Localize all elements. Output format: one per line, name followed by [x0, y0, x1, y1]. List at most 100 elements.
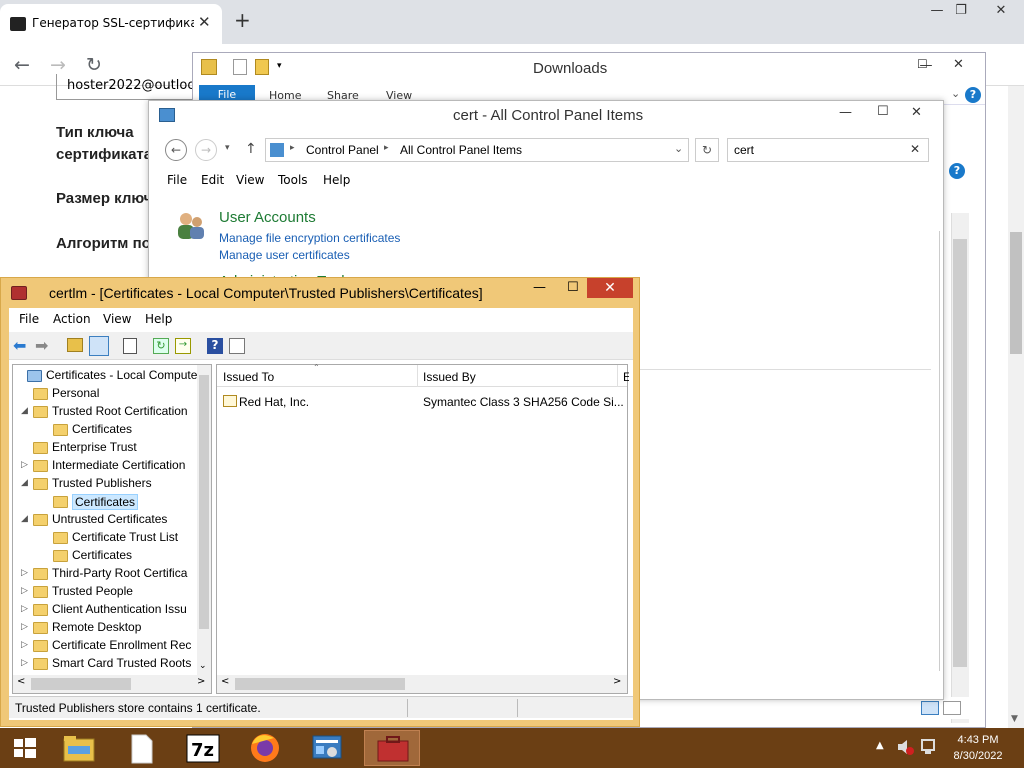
breadcrumb-all-items[interactable]: All Control Panel Items [400, 143, 522, 157]
list-hscroll-thumb[interactable] [235, 678, 405, 690]
forward-icon[interactable]: → [195, 139, 217, 161]
column-divider[interactable] [617, 365, 618, 387]
collapse-icon[interactable]: ◢ [21, 513, 28, 524]
details-view-icon[interactable] [921, 701, 939, 715]
expand-icon[interactable]: ▷ [21, 621, 28, 632]
scroll-down-icon[interactable]: ⌄ [199, 661, 207, 671]
certlm-close-button[interactable]: ✕ [587, 278, 633, 298]
new-folder-icon[interactable] [255, 59, 269, 75]
collapse-icon[interactable]: ◢ [21, 477, 28, 488]
properties-icon[interactable] [233, 59, 247, 75]
scroll-right-icon[interactable]: > [613, 676, 621, 687]
clear-search-icon[interactable]: ✕ [910, 142, 920, 156]
control-panel-icon[interactable] [304, 730, 350, 766]
tree-item[interactable]: Certificates [13, 547, 197, 565]
reload-icon[interactable]: ↻ [86, 54, 102, 76]
back-icon[interactable]: ⬅ [13, 336, 33, 356]
menu-action[interactable]: Action [53, 312, 91, 326]
refresh-icon[interactable]: ↻ [695, 138, 719, 162]
scroll-left-icon[interactable]: < [17, 676, 25, 687]
export-list-icon[interactable]: → [175, 338, 191, 354]
help-icon[interactable]: ? [965, 87, 981, 103]
maximize-icon[interactable]: ☐ [917, 57, 928, 71]
up-icon[interactable]: ↑ [245, 141, 257, 157]
expand-icon[interactable]: ▷ [21, 603, 28, 614]
manage-user-certs-link[interactable]: Manage user certificates [219, 248, 350, 262]
certlm-icon[interactable] [364, 730, 420, 766]
scroll-down-icon[interactable]: ▼ [1011, 714, 1018, 724]
quick-access-dropdown-icon[interactable]: ▾ [277, 61, 282, 71]
tree-item[interactable]: ▷ Client Authentication Issu [13, 601, 197, 619]
tree-item[interactable]: ▷ Intermediate Certification [13, 457, 197, 475]
expand-icon[interactable]: ▷ [21, 657, 28, 668]
properties-icon[interactable] [229, 338, 245, 354]
browser-close-button[interactable]: ✕ [986, 0, 1016, 22]
downloads-close-button[interactable]: ✕ [953, 57, 964, 72]
tree-item[interactable]: Certificates [13, 493, 197, 511]
cp-maximize-button[interactable]: ☐ [877, 104, 889, 119]
table-row[interactable]: Red Hat, Inc. Symantec Class 3 SHA256 Co… [221, 393, 624, 411]
refresh-icon[interactable]: ↻ [153, 338, 169, 354]
tree-item[interactable]: ▷ Trusted People [13, 583, 197, 601]
tree-item[interactable]: Enterprise Trust [13, 439, 197, 457]
manage-encryption-certs-link[interactable]: Manage file encryption certificates [219, 231, 400, 245]
tree-item[interactable]: ◢ Trusted Publishers [13, 475, 197, 493]
clock[interactable]: 4:43 PM 8/30/2022 [940, 732, 1016, 764]
menu-view[interactable]: View [103, 312, 131, 326]
new-tab-icon[interactable]: + [234, 8, 251, 32]
menu-help[interactable]: Help [145, 312, 172, 326]
back-icon[interactable]: ← [165, 139, 187, 161]
large-icons-view-icon[interactable] [943, 701, 961, 715]
windows-start-icon[interactable] [2, 730, 48, 766]
cp-close-button[interactable]: ✕ [911, 105, 922, 120]
column-divider[interactable] [417, 365, 418, 387]
menu-help[interactable]: Help [323, 173, 350, 187]
address-bar[interactable]: ▸ Control Panel ▸ All Control Panel Item… [265, 138, 689, 162]
arrow-left-icon[interactable]: ← [14, 54, 30, 76]
browser-restore-button[interactable]: ❐ [946, 0, 976, 22]
menu-edit[interactable]: Edit [201, 173, 224, 187]
menu-file[interactable]: File [19, 312, 39, 326]
certlm-maximize-button[interactable]: ☐ [567, 280, 579, 295]
file-explorer-icon[interactable] [56, 730, 102, 766]
tree-item[interactable]: ◢ Untrusted Certificates [13, 511, 197, 529]
collapse-icon[interactable]: ◢ [21, 405, 28, 416]
show-tree-icon[interactable] [89, 336, 109, 356]
expand-icon[interactable]: ▷ [21, 639, 28, 650]
column-expiration[interactable]: E [623, 370, 629, 384]
browser-tab[interactable]: Генератор SSL-сертификатов | ✕ [0, 4, 222, 44]
up-folder-icon[interactable] [67, 338, 83, 352]
volume-muted-icon[interactable] [896, 738, 914, 756]
tree-item[interactable]: ◢ Trusted Root Certification [13, 403, 197, 421]
column-issued-to[interactable]: Issued To [223, 370, 274, 384]
expand-icon[interactable]: ▷ [21, 585, 28, 596]
tree-item[interactable]: ▷ Smart Card Trusted Roots [13, 655, 197, 673]
certificate-list[interactable]: Issued To ⌃ Issued By E Red Hat, Inc. Sy… [216, 363, 629, 694]
recent-locations-icon[interactable]: ▾ [225, 143, 230, 153]
certlm-minimize-button[interactable]: — [533, 280, 546, 295]
help-icon[interactable]: ? [207, 338, 223, 354]
search-input[interactable]: cert ✕ [727, 138, 929, 162]
help-icon[interactable]: ? [949, 163, 965, 179]
user-accounts-heading[interactable]: User Accounts [219, 209, 316, 226]
console-tree[interactable]: Certificates - Local Computer Personal ◢ Tr… [12, 364, 212, 694]
browser-scroll-thumb[interactable] [1010, 232, 1022, 354]
tree-hscroll-thumb[interactable] [31, 678, 131, 690]
firefox-icon[interactable] [242, 730, 288, 766]
show-hidden-icons[interactable]: ▲ [876, 740, 884, 751]
tree-item[interactable]: Certificate Trust List [13, 529, 197, 547]
tree-item[interactable]: Certificates - Local Computer [13, 367, 197, 385]
tree-item[interactable]: Personal [13, 385, 197, 403]
scroll-right-icon[interactable]: > [197, 676, 205, 687]
blank-document-icon[interactable] [118, 730, 164, 766]
expand-icon[interactable]: ▷ [21, 567, 28, 578]
tree-item[interactable]: ▷ Third-Party Root Certifica [13, 565, 197, 583]
breadcrumb-control-panel[interactable]: Control Panel [306, 143, 379, 157]
downloads-scroll-thumb[interactable] [953, 239, 967, 667]
menu-tools[interactable]: Tools [278, 173, 308, 187]
browser-scrollbar[interactable] [1008, 86, 1024, 728]
tree-item[interactable]: ▷ Certificate Enrollment Rec [13, 637, 197, 655]
ribbon-expand-icon[interactable]: ⌄ [951, 87, 960, 100]
tree-item[interactable]: Certificates [13, 421, 197, 439]
menu-file[interactable]: File [167, 173, 187, 187]
